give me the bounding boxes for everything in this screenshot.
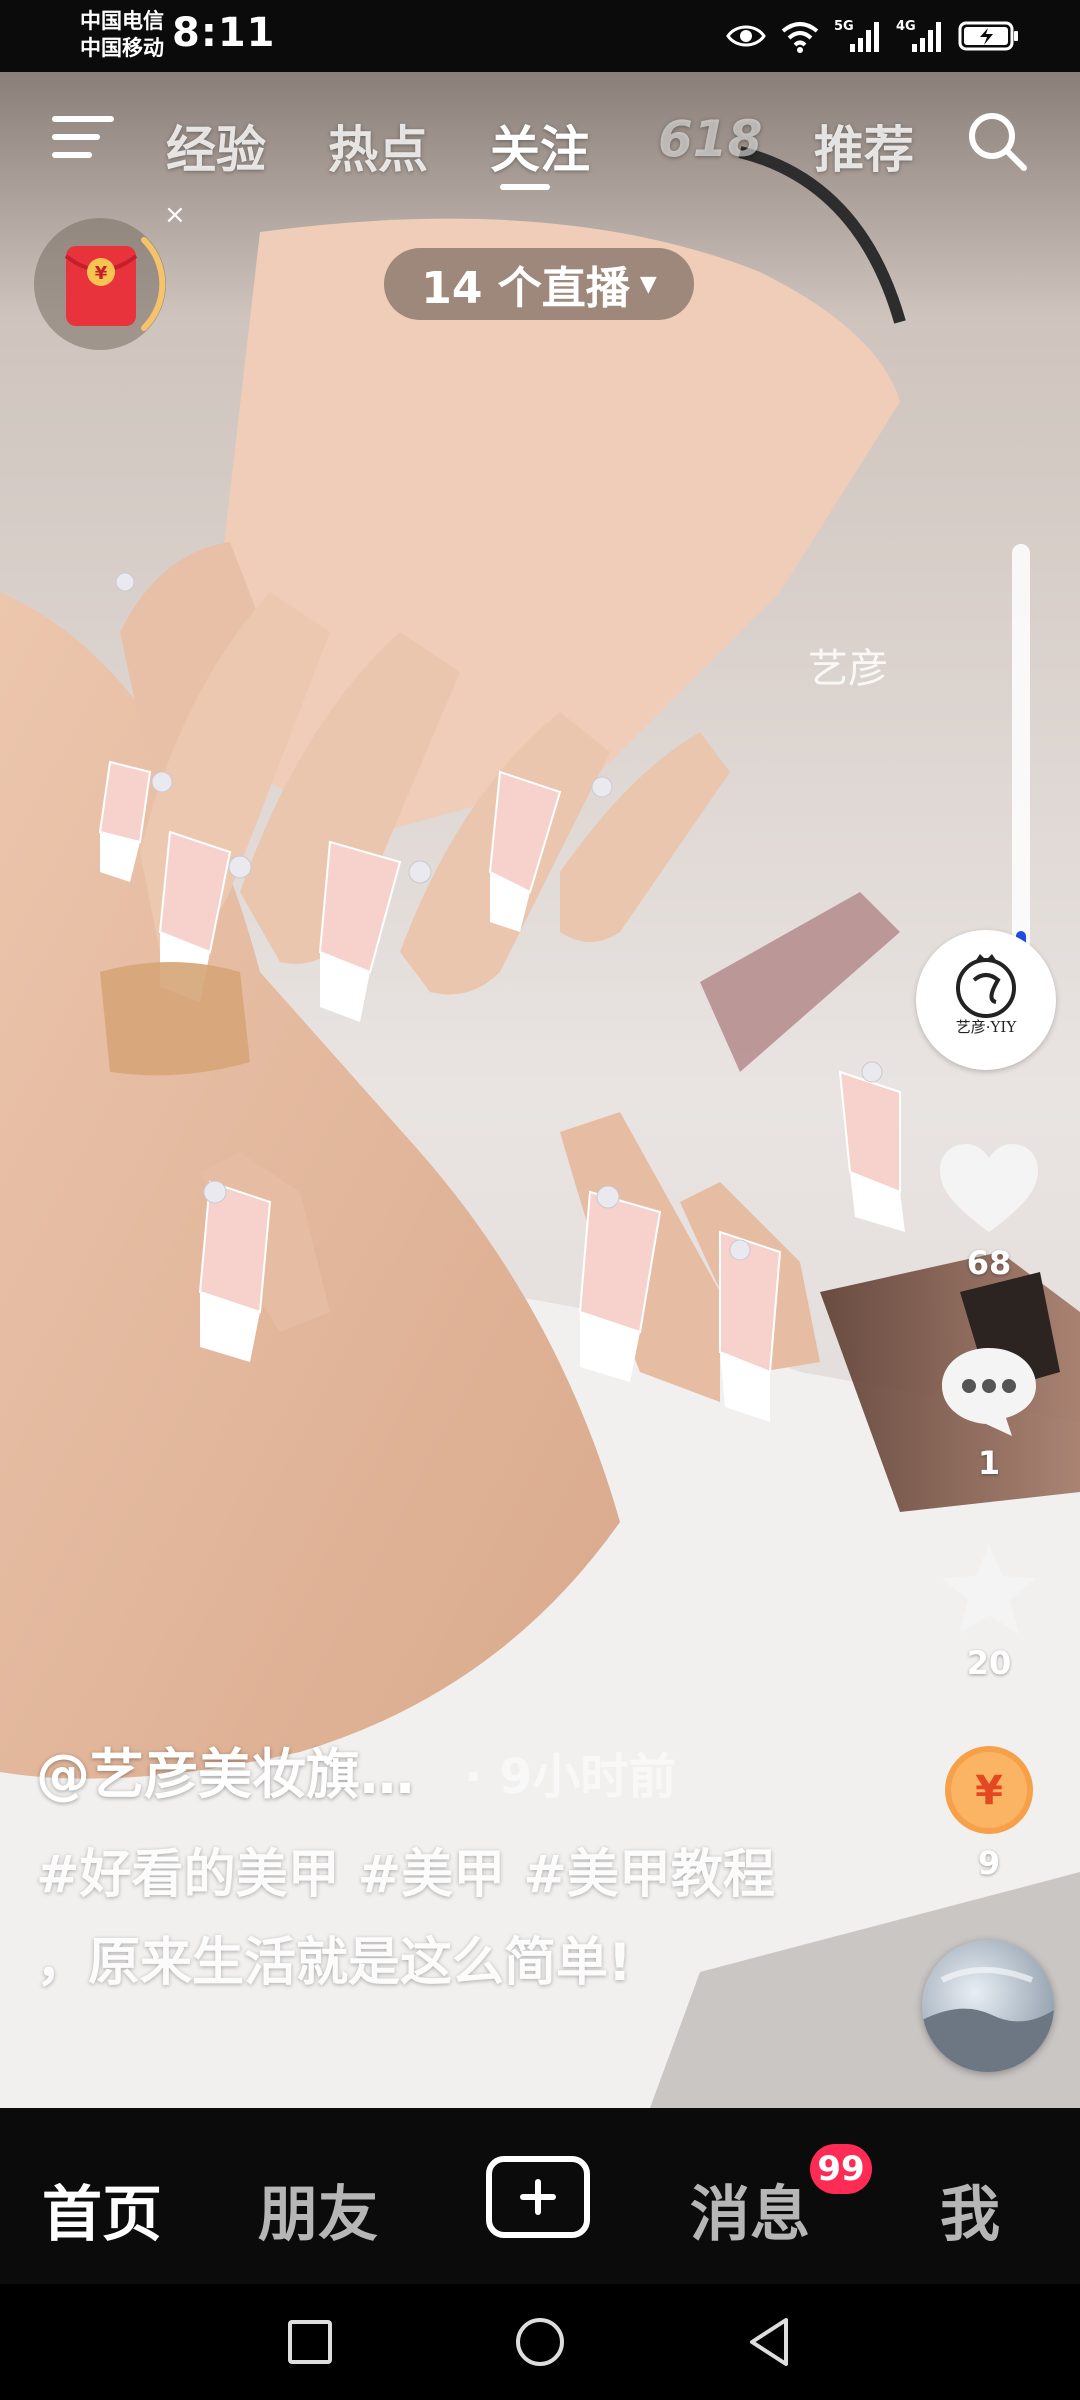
tab-618[interactable]: 618 xyxy=(658,110,762,170)
video-watermark: 艺彦 xyxy=(808,646,888,692)
recent-apps-icon[interactable] xyxy=(282,2314,338,2370)
active-tab-underline xyxy=(500,184,550,190)
favorite-count: 20 xyxy=(966,1644,1012,1682)
video-caption: @艺彦美妆旗… · 9小时前 #好看的美甲 #美甲 #美甲教程 ，原来生活就是这… xyxy=(36,1730,836,2007)
app-screen: 中国电信 中国移动 8:11 5G 4G 艺彦 经验 热点 关注 618 推荐 … xyxy=(0,0,1080,2400)
status-icons: 5G 4G xyxy=(726,14,1020,58)
coin-icon: ¥ xyxy=(945,1746,1033,1834)
carrier-2: 中国移动 xyxy=(80,36,164,60)
music-disc-button[interactable] xyxy=(922,1940,1054,2072)
top-nav: 经验 热点 关注 618 推荐 xyxy=(0,72,1080,212)
network-label-2: 4G xyxy=(896,19,916,34)
network-label-1: 5G xyxy=(834,19,854,34)
comment-icon xyxy=(942,1348,1036,1436)
author-avatar[interactable]: 艺彦·YIY xyxy=(916,930,1056,1070)
signal-4g-icon: 4G xyxy=(896,19,941,52)
tab-following[interactable]: 关注 xyxy=(490,110,590,179)
messages-badge: 99 xyxy=(810,2144,872,2194)
carrier-info: 中国电信 中国移动 xyxy=(80,8,164,62)
clock: 8:11 xyxy=(172,10,276,56)
comment-button[interactable]: 1 xyxy=(926,1340,1052,1482)
heart-icon xyxy=(940,1144,1038,1232)
signal-5g-icon: 5G xyxy=(834,19,879,52)
carrier-1: 中国电信 xyxy=(80,9,164,33)
nav-friends[interactable]: 朋友 xyxy=(258,2166,378,2253)
wifi-icon xyxy=(781,22,819,53)
star-icon xyxy=(942,1544,1036,1634)
system-navigation-bar xyxy=(0,2284,1080,2400)
back-triangle-icon[interactable] xyxy=(742,2314,798,2370)
avatar-label: 艺彦·YIY xyxy=(955,1018,1017,1036)
menu-icon[interactable] xyxy=(50,110,116,166)
red-packet-widget[interactable]: ¥ xyxy=(32,216,168,352)
video-description[interactable]: #好看的美甲 #美甲 #美甲教程 ，原来生活就是这么简单! xyxy=(36,1831,776,2007)
tab-recommend[interactable]: 推荐 xyxy=(814,110,914,179)
author-row: @艺彦美妆旗… · 9小时前 xyxy=(36,1730,836,1809)
comment-count: 1 xyxy=(977,1444,1001,1482)
tab-experience[interactable]: 经验 xyxy=(166,110,266,179)
avatar-logo-icon xyxy=(956,954,1016,1018)
tab-hot[interactable]: 热点 xyxy=(328,110,428,179)
nav-messages[interactable]: 消息 xyxy=(690,2166,810,2253)
live-count-pill[interactable]: 14 个直播 ▼ xyxy=(384,248,694,320)
nav-home[interactable]: 首页 xyxy=(42,2166,162,2253)
post-time: · 9小时前 xyxy=(464,1749,677,1805)
music-cover-icon xyxy=(922,1967,1054,2072)
caret-down-icon: ▼ xyxy=(639,271,657,297)
like-button[interactable]: 68 xyxy=(926,1140,1052,1282)
red-packet-close-button[interactable]: × xyxy=(164,200,186,230)
author-name[interactable]: @艺彦美妆旗… xyxy=(36,1730,414,1809)
like-count: 68 xyxy=(966,1244,1012,1282)
nav-me[interactable]: 我 xyxy=(940,2166,1000,2253)
live-count-label: 14 个直播 xyxy=(421,263,630,314)
home-circle-icon[interactable] xyxy=(512,2314,568,2370)
bottom-nav: 首页 朋友 消息 99 我 xyxy=(0,2108,1080,2284)
create-post-button[interactable] xyxy=(486,2156,590,2238)
status-bar: 中国电信 中国移动 8:11 5G 4G xyxy=(0,0,1080,72)
gift-button[interactable]: ¥ 9 xyxy=(926,1740,1052,1882)
gift-symbol: ¥ xyxy=(975,1768,1003,1814)
gift-count: 9 xyxy=(977,1844,1001,1882)
eye-icon xyxy=(726,25,766,47)
favorite-button[interactable]: 20 xyxy=(926,1540,1052,1682)
search-icon[interactable] xyxy=(964,108,1030,174)
red-envelope-symbol: ¥ xyxy=(95,263,108,284)
battery-charging-icon xyxy=(958,21,1018,51)
